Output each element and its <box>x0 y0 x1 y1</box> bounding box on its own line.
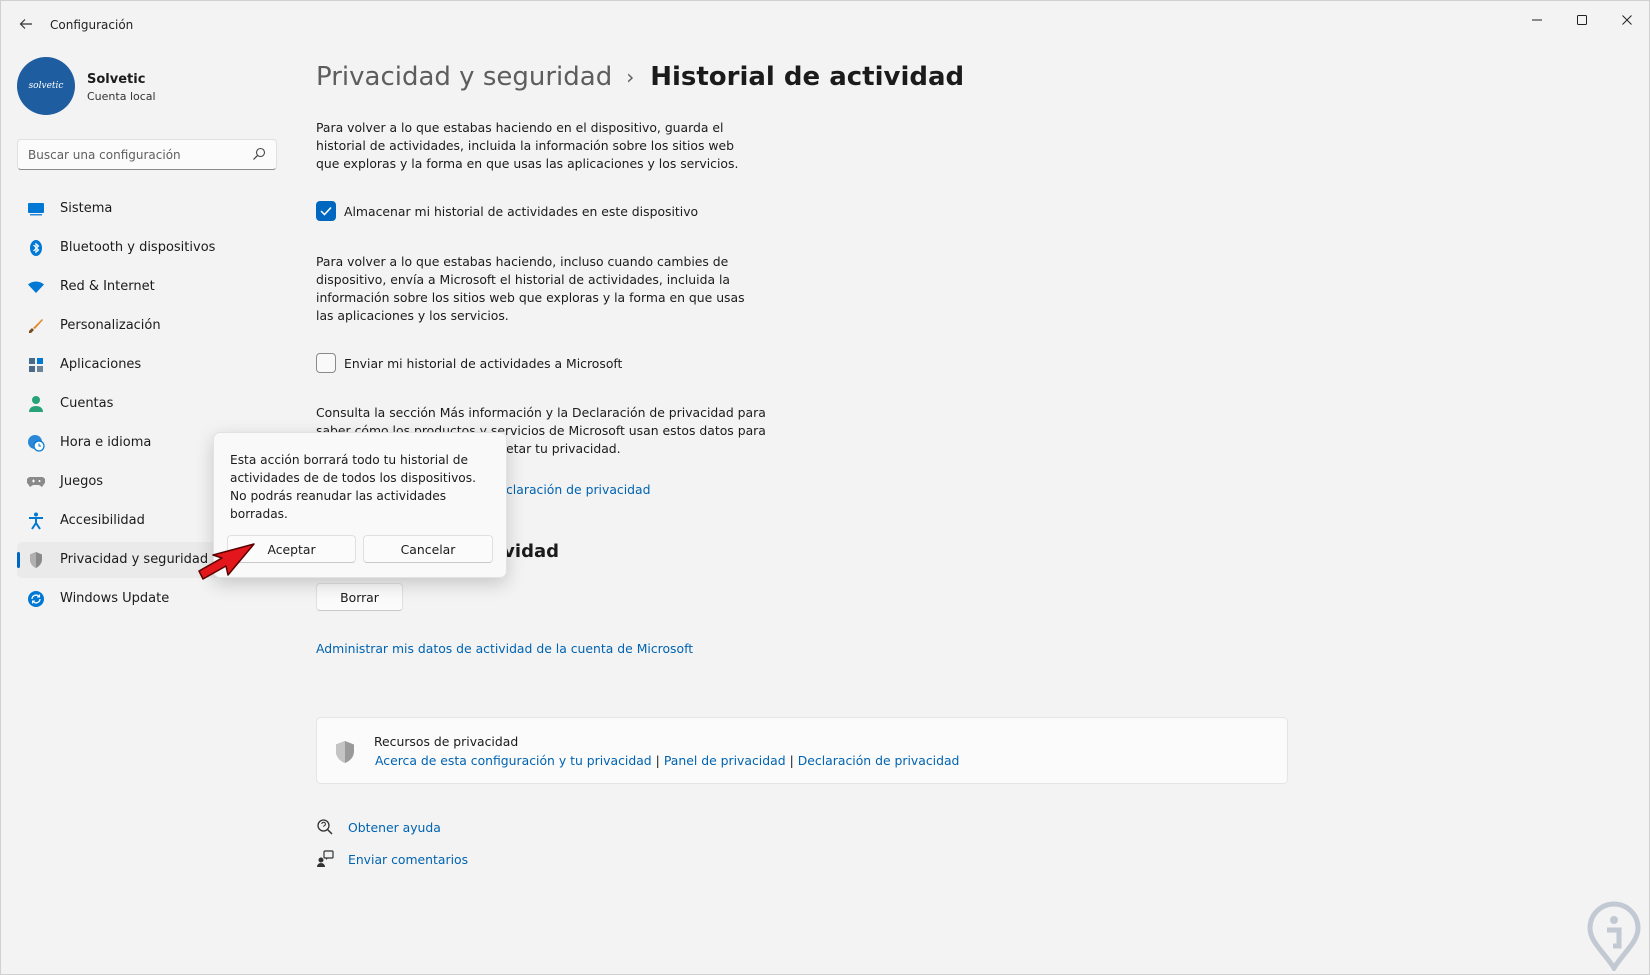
feedback-row[interactable]: Enviar comentarios <box>316 848 468 870</box>
sidebar-item-label: Red & Internet <box>60 279 155 294</box>
accessibility-icon <box>27 512 45 530</box>
feedback-icon <box>316 850 334 868</box>
maximize-icon[interactable] <box>1560 5 1604 35</box>
arrow-left-icon[interactable] <box>15 13 37 35</box>
privacy-statement-card-link[interactable]: Declaración de privacidad <box>798 753 960 768</box>
search-input[interactable] <box>28 146 248 164</box>
card-links: Acerca de esta configuración y tu privac… <box>375 753 959 768</box>
store-history-label: Almacenar mi historial de actividades en… <box>344 203 699 219</box>
avatar-text: solvetic <box>28 81 64 91</box>
solvetic-logo-icon <box>1587 901 1641 971</box>
help-search-icon <box>316 818 334 836</box>
minimize-icon[interactable] <box>1515 5 1559 35</box>
sidebar-item-sistema[interactable]: Sistema <box>17 191 287 227</box>
avatar[interactable]: solvetic <box>17 57 75 115</box>
red-arrow-icon <box>198 543 255 580</box>
manage-activity-link[interactable]: Administrar mis datos de actividad de la… <box>316 641 693 656</box>
close-icon[interactable] <box>1605 5 1649 35</box>
checkmark-icon <box>320 206 332 216</box>
sidebar-item-personalizacion[interactable]: Personalización <box>17 308 287 344</box>
privacy-dashboard-link[interactable]: Panel de privacidad <box>664 753 786 768</box>
shield-icon <box>27 551 45 569</box>
sidebar-item-label: Juegos <box>60 474 104 489</box>
monitor-icon <box>27 200 45 218</box>
sidebar-item-label: Accesibilidad <box>60 513 145 528</box>
search-icon <box>253 147 266 160</box>
settings-window: Configuración solvetic Solvetic Cuenta l… <box>0 0 1650 975</box>
account-type: Cuenta local <box>87 90 156 103</box>
clear-button[interactable]: Borrar <box>316 583 403 611</box>
sidebar-item-label: Sistema <box>60 201 113 216</box>
breadcrumb-parent[interactable]: Privacidad y seguridad <box>316 62 612 92</box>
privacy-resources-card: Recursos de privacidad Acerca de esta co… <box>316 717 1288 784</box>
apps-icon <box>27 356 45 374</box>
card-title: Recursos de privacidad <box>374 734 519 749</box>
store-history-row[interactable]: Almacenar mi historial de actividades en… <box>316 200 698 222</box>
update-icon <box>27 590 45 608</box>
gamepad-icon <box>27 473 45 491</box>
feedback-link[interactable]: Enviar comentarios <box>348 852 468 867</box>
send-history-checkbox[interactable] <box>316 353 336 373</box>
sidebar-item-cuentas[interactable]: Cuentas <box>17 386 287 422</box>
get-help-row[interactable]: Obtener ayuda <box>316 816 441 838</box>
wifi-icon <box>27 278 45 296</box>
brush-icon <box>27 317 45 335</box>
flyout-message: Esta acción borrará todo tu historial de… <box>230 453 476 521</box>
privacy-statement-link[interactable]: claración de privacidad <box>506 482 651 497</box>
get-help-link[interactable]: Obtener ayuda <box>348 820 441 835</box>
bluetooth-icon <box>27 239 45 257</box>
user-name: Solvetic <box>87 72 146 87</box>
send-history-label: Enviar mi historial de actividades a Mic… <box>344 355 623 371</box>
sidebar-item-bluetooth[interactable]: Bluetooth y dispositivos <box>17 230 287 266</box>
chevron-right-icon: › <box>626 65 635 89</box>
cancel-button[interactable]: Cancelar <box>363 535 493 563</box>
title-bar: Configuración <box>1 1 1649 49</box>
sidebar-item-label: Aplicaciones <box>60 357 142 372</box>
sidebar-item-label: Hora e idioma <box>60 435 152 450</box>
shield-icon <box>336 741 354 763</box>
person-icon <box>27 395 45 413</box>
app-title: Configuración <box>50 18 134 32</box>
description-store: Para volver a lo que estabas haciendo en… <box>316 120 739 171</box>
sidebar-item-label: Privacidad y seguridad <box>60 552 209 567</box>
store-history-checkbox[interactable] <box>316 201 336 221</box>
privacy-text-line: Consulta la sección Más información y la… <box>316 405 766 420</box>
link-separator: | <box>789 753 794 768</box>
sidebar-item-aplicaciones[interactable]: Aplicaciones <box>17 347 287 383</box>
link-separator: | <box>655 753 660 768</box>
sidebar-item-label: Personalización <box>60 318 161 333</box>
about-privacy-link[interactable]: Acerca de esta configuración y tu privac… <box>375 753 652 768</box>
breadcrumb: Privacidad y seguridad › Historial de ac… <box>316 57 964 97</box>
page-title: Historial de actividad <box>650 62 965 92</box>
sidebar-item-label: Windows Update <box>60 591 170 606</box>
send-history-row[interactable]: Enviar mi historial de actividades a Mic… <box>316 352 622 374</box>
sidebar-item-red[interactable]: Red & Internet <box>17 269 287 305</box>
search-box[interactable] <box>17 139 277 170</box>
clear-history-flyout: Esta acción borrará todo tu historial de… <box>213 432 507 578</box>
description-send: Para volver a lo que estabas haciendo, i… <box>316 254 745 323</box>
sidebar-item-label: Cuentas <box>60 396 114 411</box>
sidebar-item-label: Bluetooth y dispositivos <box>60 240 216 255</box>
globe-clock-icon <box>27 434 45 452</box>
